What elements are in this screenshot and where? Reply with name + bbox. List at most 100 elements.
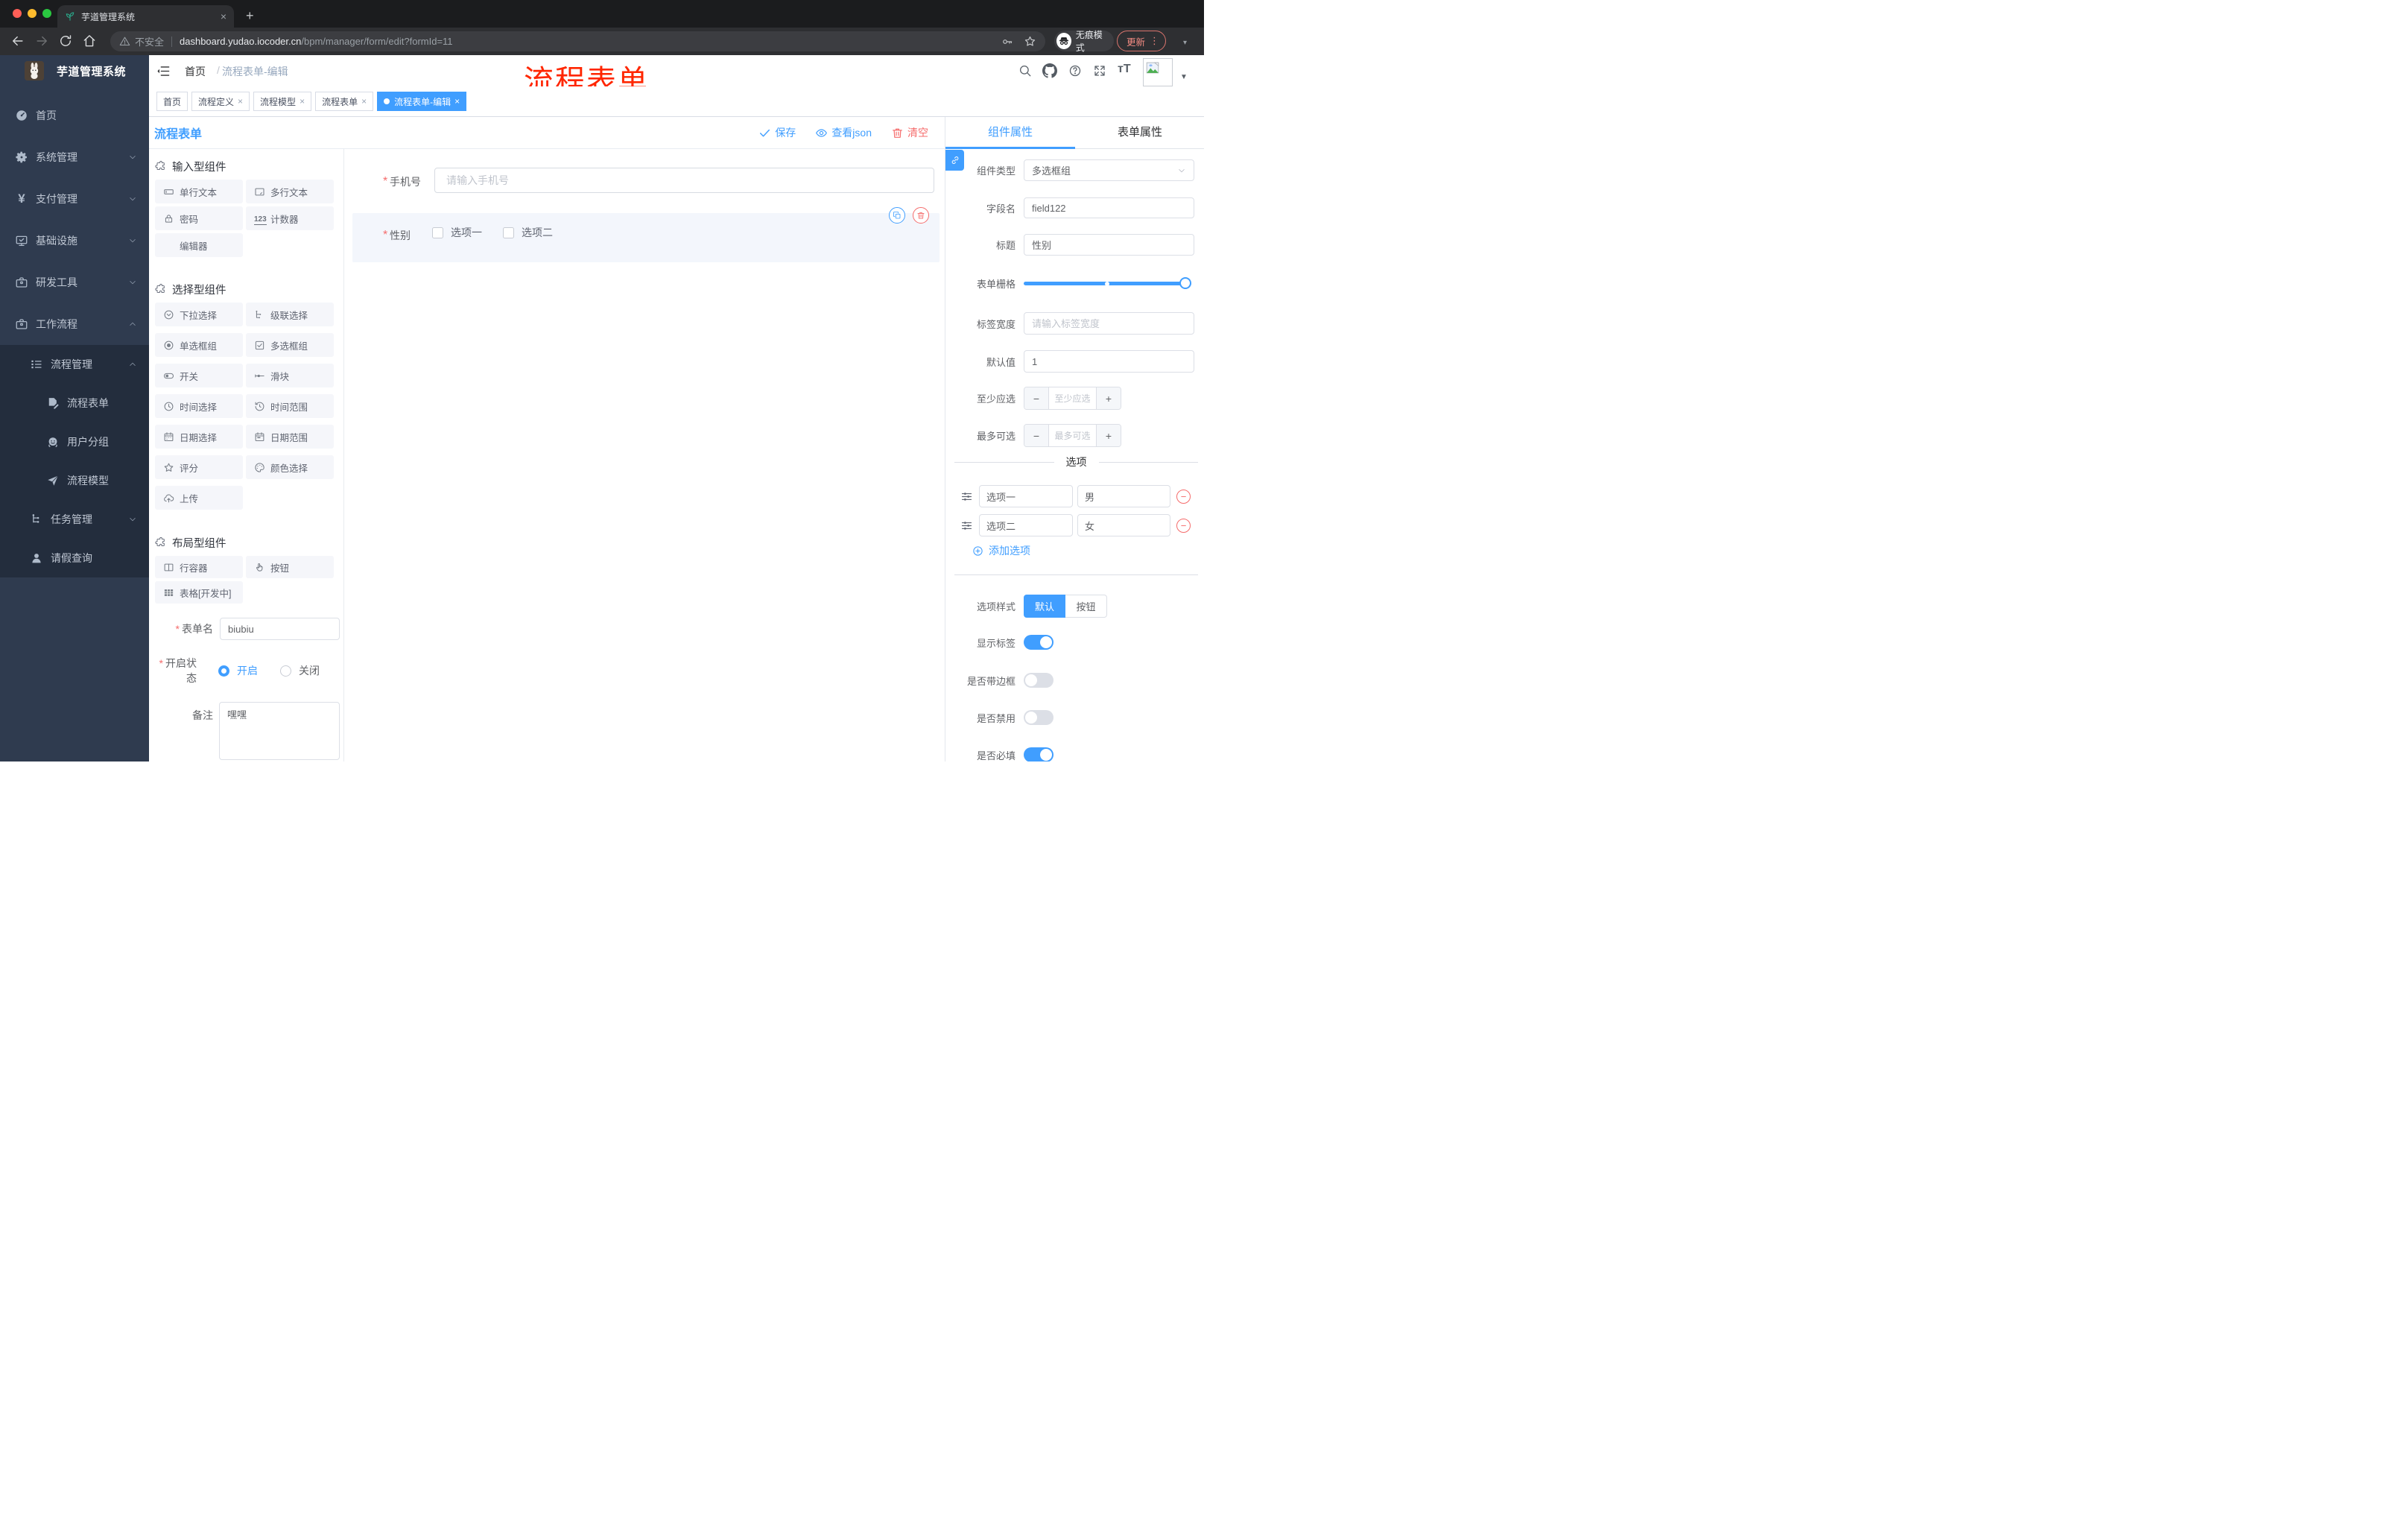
new-tab-button[interactable]: + bbox=[246, 9, 254, 22]
sidebar-logo[interactable]: 芋道管理系统 bbox=[0, 55, 149, 86]
palette-item-上传[interactable]: 上传 bbox=[155, 486, 243, 510]
font-size-icon[interactable]: тT bbox=[1118, 63, 1131, 76]
tag-close-icon[interactable]: × bbox=[300, 96, 305, 107]
stepper-value[interactable]: 最多可选 bbox=[1049, 425, 1096, 446]
palette-item-评分[interactable]: 评分 bbox=[155, 455, 243, 479]
palette-item-下拉选择[interactable]: 下拉选择 bbox=[155, 303, 243, 326]
tag-流程表单-编辑[interactable]: 流程表单-编辑 × bbox=[377, 92, 467, 111]
tab-component-props[interactable]: 组件属性 bbox=[945, 117, 1075, 148]
github-icon[interactable] bbox=[1042, 63, 1057, 78]
palette-item-多行文本[interactable]: 多行文本 bbox=[246, 180, 334, 203]
option-value-input[interactable] bbox=[1077, 485, 1170, 507]
palette-item-颜色选择[interactable]: 颜色选择 bbox=[246, 455, 334, 479]
option-name-input[interactable] bbox=[979, 514, 1073, 536]
status-radio-on[interactable] bbox=[218, 665, 229, 677]
palette-item-时间选择[interactable]: 时间选择 bbox=[155, 394, 243, 418]
option-style-button[interactable]: 按钮 bbox=[1065, 595, 1107, 618]
save-button[interactable]: 保存 bbox=[758, 125, 796, 140]
grid-slider[interactable] bbox=[1024, 277, 1191, 289]
gender-option-选项一[interactable]: 选项一 bbox=[432, 225, 482, 240]
stepper-decrease-button[interactable]: − bbox=[1024, 387, 1049, 409]
sidebar-item-流程模型[interactable]: 流程模型 bbox=[0, 461, 149, 500]
avatar[interactable] bbox=[1143, 58, 1173, 86]
sidebar-item-首页[interactable]: 首页 bbox=[0, 95, 149, 136]
label-width-input[interactable] bbox=[1024, 312, 1194, 335]
tag-流程表单[interactable]: 流程表单 × bbox=[315, 92, 374, 111]
tag-首页[interactable]: 首页 bbox=[156, 92, 188, 111]
toggle-是否带边框[interactable] bbox=[1024, 673, 1054, 688]
clear-button[interactable]: 清空 bbox=[891, 125, 928, 140]
slider-handle[interactable] bbox=[1179, 277, 1191, 289]
form-canvas[interactable]: * 手机号 * 性别 选项一 选项二 bbox=[344, 149, 945, 762]
tag-close-icon[interactable]: × bbox=[361, 96, 367, 107]
tag-close-icon[interactable]: × bbox=[454, 96, 460, 107]
breadcrumb-home[interactable]: 首页 bbox=[185, 64, 206, 79]
sidebar-item-任务管理[interactable]: 任务管理 bbox=[0, 500, 149, 539]
tab-close-icon[interactable]: × bbox=[221, 10, 226, 22]
browser-menu-dots-icon[interactable]: ⋮ bbox=[1150, 35, 1159, 47]
title-input[interactable] bbox=[1024, 234, 1194, 256]
sidebar-item-研发工具[interactable]: 研发工具 bbox=[0, 262, 149, 303]
component-type-select[interactable]: 多选框组 bbox=[1024, 159, 1194, 181]
palette-item-计数器[interactable]: 123 计数器 bbox=[246, 206, 334, 230]
password-key-icon[interactable] bbox=[1001, 36, 1013, 48]
browser-tab[interactable]: 芋道管理系统 × bbox=[57, 5, 234, 28]
palette-item-单选框组[interactable]: 单选框组 bbox=[155, 333, 243, 357]
status-on-label[interactable]: 开启 bbox=[237, 663, 258, 678]
option-name-input[interactable] bbox=[979, 485, 1073, 507]
tag-close-icon[interactable]: × bbox=[238, 96, 243, 107]
url-bar[interactable]: 不安全 dashboard.yudao.iocoder.cn/bpm/manag… bbox=[110, 31, 1045, 51]
checkbox-unchecked[interactable] bbox=[432, 227, 443, 238]
drag-handle-icon[interactable] bbox=[960, 490, 973, 503]
copy-widget-button[interactable] bbox=[889, 207, 905, 224]
remove-option-button[interactable]: − bbox=[1176, 489, 1191, 504]
tag-流程模型[interactable]: 流程模型 × bbox=[253, 92, 312, 111]
sidebar-item-流程表单[interactable]: 流程表单 bbox=[0, 384, 149, 422]
bookmark-star-icon[interactable] bbox=[1024, 35, 1036, 48]
gender-option-选项二[interactable]: 选项二 bbox=[503, 225, 553, 240]
window-close-button[interactable] bbox=[13, 9, 22, 18]
tag-流程定义[interactable]: 流程定义 × bbox=[191, 92, 250, 111]
add-option-button[interactable]: 添加选项 bbox=[972, 543, 1030, 558]
palette-item-密码[interactable]: 密码 bbox=[155, 206, 243, 230]
back-icon[interactable] bbox=[10, 34, 25, 48]
status-off-label[interactable]: 关闭 bbox=[299, 663, 320, 678]
palette-item-时间范围[interactable]: 时间范围 bbox=[246, 394, 334, 418]
palette-item-开关[interactable]: 开关 bbox=[155, 364, 243, 387]
stepper-increase-button[interactable]: + bbox=[1096, 425, 1121, 446]
palette-item-表格[开发中][interactable]: 表格[开发中] bbox=[155, 581, 243, 604]
selected-widget-gender[interactable]: * 性别 选项一 选项二 bbox=[352, 213, 940, 262]
toggle-是否必填[interactable] bbox=[1024, 747, 1054, 762]
palette-item-日期选择[interactable]: 日期选择 bbox=[155, 425, 243, 449]
sidebar-item-流程管理[interactable]: 流程管理 bbox=[0, 345, 149, 384]
palette-item-级联选择[interactable]: 级联选择 bbox=[246, 303, 334, 326]
forward-icon[interactable] bbox=[34, 34, 49, 48]
palette-item-滑块[interactable]: 滑块 bbox=[246, 364, 334, 387]
sidebar-item-基础设施[interactable]: 基础设施 bbox=[0, 220, 149, 262]
status-radio-off[interactable] bbox=[280, 665, 291, 677]
stepper-increase-button[interactable]: + bbox=[1096, 387, 1121, 409]
avatar-dropdown-chevron-icon[interactable]: ▼ bbox=[1180, 73, 1188, 81]
security-label[interactable]: 不安全 bbox=[135, 34, 164, 48]
view-json-button[interactable]: 查看json bbox=[815, 125, 872, 140]
checkbox-unchecked[interactable] bbox=[503, 227, 514, 238]
option-value-input[interactable] bbox=[1077, 514, 1170, 536]
remark-textarea[interactable]: 嘿嘿 bbox=[219, 702, 340, 760]
home-icon[interactable] bbox=[82, 34, 97, 48]
form-name-input[interactable] bbox=[220, 618, 340, 640]
search-icon[interactable] bbox=[1018, 64, 1032, 77]
sidebar-item-工作流程[interactable]: 工作流程 bbox=[0, 303, 149, 345]
tab-form-props[interactable]: 表单属性 bbox=[1075, 117, 1204, 148]
palette-item-日期范围[interactable]: 日期范围 bbox=[246, 425, 334, 449]
help-question-icon[interactable] bbox=[1068, 64, 1082, 77]
palette-item-多选框组[interactable]: 多选框组 bbox=[246, 333, 334, 357]
reload-icon[interactable] bbox=[58, 34, 73, 48]
palette-item-单行文本[interactable]: 单行文本 bbox=[155, 180, 243, 203]
field-name-input[interactable] bbox=[1024, 197, 1194, 218]
sidebar-collapse-icon[interactable] bbox=[156, 64, 171, 78]
toolbar-overflow-chevron-icon[interactable]: ▾ bbox=[1183, 39, 1187, 47]
phone-input[interactable] bbox=[434, 168, 934, 193]
window-zoom-button[interactable] bbox=[42, 9, 51, 18]
drag-handle-icon[interactable] bbox=[960, 519, 973, 532]
stepper-value[interactable]: 至少应选 bbox=[1049, 387, 1096, 409]
